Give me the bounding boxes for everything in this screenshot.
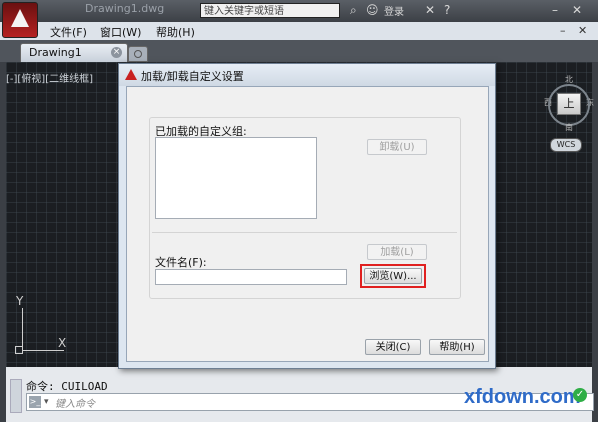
ucs-x-label: X [58,336,67,350]
tab-label: Drawing1 [29,46,82,59]
load-unload-customizations-dialog: 加载/卸载自定义设置 已加载的自定义组: 卸载(U) 加载(L) 文件名(F):… [118,63,496,369]
viewcube-south[interactable]: 南 [565,122,573,133]
search-input[interactable]: 键入关键字或短语 [200,3,340,18]
unload-button[interactable]: 卸载(U) [367,139,427,155]
watermark-logo-icon: ✓ [573,388,587,402]
menu-window[interactable]: 窗口(W) [100,24,141,40]
filename-label: 文件名(F): [155,256,207,269]
tab-close-icon[interactable]: × [111,47,122,58]
sign-in-label[interactable]: 登录 [384,3,404,18]
dialog-title-bar[interactable]: 加载/卸载自定义设置 [119,64,495,86]
menu-minimize-icon[interactable]: – [560,24,566,37]
window-title: Drawing1.dwg [85,2,165,15]
menu-close-icon[interactable]: ✕ [578,24,587,37]
viewcube[interactable]: 北 西 东 上 南 [544,74,594,133]
ucs-origin-icon [15,346,23,354]
minimize-icon[interactable]: – [552,3,558,17]
menu-bar: 文件(F) 窗口(W) 帮助(H) – ✕ [0,22,598,41]
ucs-y-axis [22,308,23,350]
window-close-icon[interactable]: ✕ [572,3,582,17]
dialog-client-area: 已加载的自定义组: 卸载(U) 加载(L) 文件名(F): 浏览(W)... 关… [126,86,489,362]
command-placeholder: 键入命令 [55,399,95,410]
viewport-label[interactable]: [-][俯视][二维线框] [6,70,93,85]
group-divider [152,232,457,233]
chevron-down-icon[interactable]: ▾ [44,394,49,410]
title-bar: Drawing1.dwg 键入关键字或短语 ⌕ ☺ 登录 ✕ ? – ✕ [0,0,598,22]
help-icon[interactable]: ? [444,3,450,17]
watermark-text: xfdown.com [464,386,581,408]
menu-help[interactable]: 帮助(H) [156,24,195,40]
dialog-title: 加载/卸载自定义设置 [141,70,244,83]
wcs-menu-button[interactable]: WCS [550,138,582,152]
ucs-y-label: Y [16,294,24,308]
user-icon[interactable]: ☺ [366,3,379,17]
command-customize-icon[interactable]: >_ [29,396,41,408]
browse-highlight-box [360,264,426,288]
exchange-icon[interactable]: ✕ [425,3,435,17]
filename-field[interactable] [155,269,347,285]
loaded-groups-list[interactable] [155,137,317,219]
new-tab-button[interactable] [128,46,148,62]
application-menu-button[interactable] [2,2,38,38]
autocad-logo-icon [125,69,137,80]
tab-drawing1[interactable]: Drawing1 × [20,43,128,62]
viewcube-top-face[interactable]: 上 [557,93,581,115]
help-button[interactable]: 帮助(H) [429,339,485,355]
command-history: 命令: CUILOAD [26,380,108,393]
command-line-grip[interactable] [10,379,22,413]
close-button[interactable]: 关闭(C) [365,339,421,355]
document-tab-bar: Drawing1 × [0,40,598,62]
load-button[interactable]: 加载(L) [367,244,427,260]
ucs-x-axis [22,350,64,351]
binoculars-icon[interactable]: ⌕ [350,3,357,18]
menu-file[interactable]: 文件(F) [50,24,87,40]
